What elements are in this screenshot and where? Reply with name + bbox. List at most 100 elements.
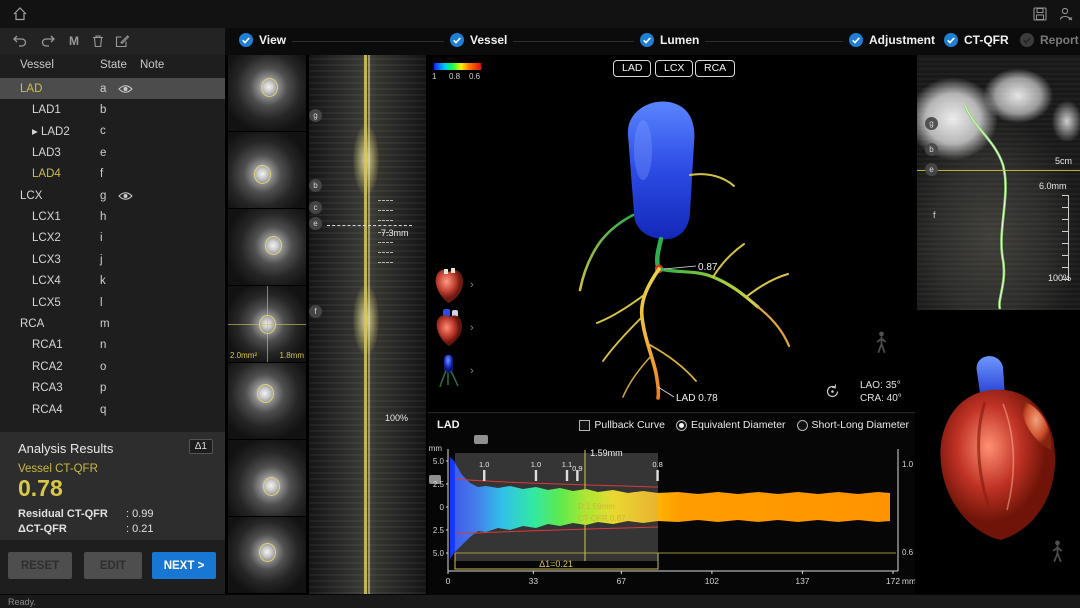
visibility-eye-icon[interactable]	[118, 84, 133, 94]
chevron-right-icon[interactable]: ›	[470, 365, 474, 377]
tab-vessel[interactable]: Vessel	[444, 33, 513, 47]
y-tick-left: 2.5	[433, 526, 445, 535]
ruler-tick	[1062, 195, 1068, 196]
colorbar-tick: 0.6	[469, 72, 480, 81]
pullback-diameter-chart[interactable]: mm5.02.502.55.01.00.603367102137172mm1.0…	[428, 441, 915, 595]
marker-m-icon[interactable]: M	[66, 33, 82, 49]
vessel-row-lcx2[interactable]: LCX2i	[0, 228, 225, 249]
vessel-name: LCX5	[32, 297, 61, 309]
heart-preset-1[interactable]	[431, 265, 467, 305]
tab-lumen[interactable]: Lumen	[634, 33, 705, 47]
vessel-row-lad[interactable]: LADa	[0, 78, 225, 99]
segment-badge-c[interactable]: c	[309, 201, 322, 214]
edit-icon[interactable]	[114, 33, 130, 49]
vessel-row-lad1[interactable]: LAD1b	[0, 99, 225, 120]
slice-position-line[interactable]	[917, 170, 1080, 171]
cross-section-thumb-2[interactable]	[228, 132, 306, 208]
redo-icon[interactable]	[40, 33, 56, 49]
measure-dashed-line	[327, 225, 412, 226]
radio-equivalent-diameter[interactable]: Equivalent Diameter	[676, 419, 786, 431]
vessel-row-lcx1[interactable]: LCX1h	[0, 206, 225, 227]
vessel-row-rca[interactable]: RCAm	[0, 313, 225, 334]
vessel-row-rca1[interactable]: RCA1n	[0, 335, 225, 356]
marker-value: 1.0	[479, 460, 489, 469]
vessel-ctqfr-value: 0.78	[18, 475, 63, 502]
visibility-eye-icon[interactable]	[118, 191, 133, 201]
control-label: Pullback Curve	[594, 419, 665, 431]
distal-qfr-annotation: LAD 0.78	[676, 393, 718, 404]
tab-adjustment[interactable]: Adjustment	[843, 33, 941, 47]
radio-icon	[797, 420, 808, 431]
segment-badge-g[interactable]: g	[925, 117, 938, 130]
tab-ctqfr[interactable]: CT-QFR	[938, 33, 1015, 47]
ruler-tick	[1062, 267, 1068, 268]
marker-value: 0.9	[572, 464, 582, 473]
reset-button[interactable]: RESET	[8, 552, 72, 579]
tick-dash	[378, 252, 393, 253]
chevron-right-icon[interactable]: ›	[470, 279, 474, 291]
y-tick-left: 0	[440, 503, 445, 512]
vessel-row-lcx3[interactable]: LCX3j	[0, 249, 225, 270]
vessel-toggle-lad[interactable]: LAD	[613, 60, 651, 77]
vessel-name: LCX1	[32, 211, 61, 223]
vessel-row-rca3[interactable]: RCA3p	[0, 377, 225, 398]
undo-icon[interactable]	[12, 33, 28, 49]
cross-section-thumb-3[interactable]	[228, 209, 306, 285]
heart-3d-panel[interactable]	[917, 312, 1080, 594]
rotate-view-icon[interactable]	[824, 383, 841, 400]
lesion-diameter-label: D 1.59mm	[578, 502, 615, 511]
vessel-toggle-rca[interactable]: RCA	[695, 60, 735, 77]
vessel-row-rca2[interactable]: RCA2o	[0, 356, 225, 377]
analysis-region[interactable]	[455, 453, 658, 561]
vessel-name: LAD1	[32, 104, 61, 116]
ruler-tick	[1062, 255, 1068, 256]
analysis-title: Analysis Results	[18, 441, 113, 456]
vessel-row-lad3[interactable]: LAD3e	[0, 142, 225, 163]
vessel-row-lcx[interactable]: LCXg	[0, 185, 225, 206]
x-tick: 172	[886, 576, 900, 586]
vessel-state: f	[100, 168, 103, 180]
delta-badge[interactable]: Δ1	[189, 439, 213, 454]
vessel-row-lad2[interactable]: ▸ LAD2c	[0, 121, 225, 142]
viewer-3d-panel[interactable]: 0.87 LAD 0.78 › › › LAO: 35° CR	[428, 55, 915, 412]
y-axis-unit: mm	[429, 444, 443, 453]
vessel-row-lad4[interactable]: LAD4f	[0, 164, 225, 185]
ruler-label: 6.0mm	[1039, 181, 1067, 191]
chevron-right-icon[interactable]: ›	[470, 322, 474, 334]
next-button[interactable]: NEXT >	[152, 552, 216, 579]
segment-badge-b[interactable]: b	[309, 179, 322, 192]
heart-preset-2[interactable]	[431, 308, 467, 348]
edit-button[interactable]: EDIT	[84, 552, 142, 579]
segment-badge-e[interactable]: e	[925, 163, 938, 176]
vessel-row-rca4[interactable]: RCA4q	[0, 399, 225, 420]
cross-section-thumb-7[interactable]	[228, 517, 306, 593]
mld-label: 1.59mm	[590, 448, 623, 458]
trash-icon[interactable]	[90, 33, 106, 49]
vessel-name: RCA	[20, 318, 44, 330]
radio-short-long-diameter[interactable]: Short-Long Diameter	[797, 419, 909, 431]
tab-report[interactable]: Report	[1014, 33, 1080, 47]
vessel-toggle-lcx[interactable]: LCX	[655, 60, 693, 77]
cross-section-thumb-1[interactable]	[228, 55, 306, 131]
segment-badge-g[interactable]: g	[309, 109, 322, 122]
top-bar	[0, 0, 1080, 29]
curved-mpr-panel[interactable]: 5cm 6.0mm 100% f gbe	[917, 55, 1080, 310]
segment-badge-e[interactable]: e	[309, 217, 322, 230]
cross-section-thumb-4[interactable]: 2.0mm²1.8mm	[228, 286, 306, 362]
cross-section-thumb-5[interactable]	[228, 363, 306, 439]
tab-view[interactable]: View	[233, 33, 292, 47]
user-icon[interactable]	[1058, 6, 1074, 22]
vessel-name: LCX2	[32, 232, 61, 244]
lumen-contour	[257, 384, 274, 403]
cross-section-thumb-6[interactable]	[228, 440, 306, 516]
straightened-mpr-panel[interactable]: 7.3mm 100% gbcef	[309, 55, 426, 594]
segment-badge-b[interactable]: b	[925, 143, 938, 156]
segment-badge-f[interactable]: f	[309, 305, 322, 318]
home-icon[interactable]	[12, 6, 28, 22]
vessel-row-lcx4[interactable]: LCX4k	[0, 271, 225, 292]
save-icon[interactable]	[1032, 6, 1048, 22]
check-circle-icon	[239, 33, 253, 47]
vessel-preset-3[interactable]	[431, 351, 467, 391]
checkbox-pullback-curve[interactable]: Pullback Curve	[579, 419, 665, 431]
vessel-row-lcx5[interactable]: LCX5l	[0, 292, 225, 313]
